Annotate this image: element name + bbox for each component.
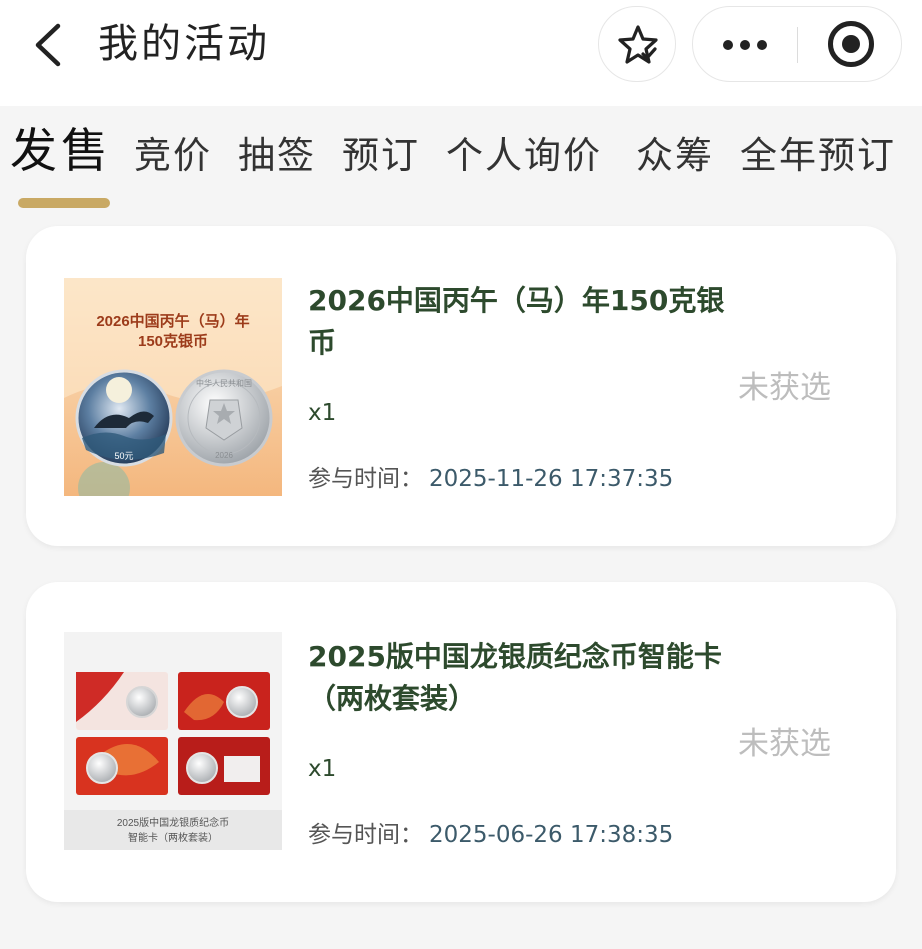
- participation-time-value: 2025-06-26 17:38:35: [429, 822, 674, 848]
- back-button[interactable]: [28, 20, 72, 70]
- participation-time-value: 2025-11-26 17:37:35: [429, 466, 674, 492]
- more-button[interactable]: [693, 7, 797, 81]
- mini-program-capsule: [692, 6, 902, 82]
- coin-value-text: 50元: [114, 451, 133, 461]
- tab-jingjia[interactable]: 竞价: [134, 132, 212, 180]
- more-dots-icon: [723, 40, 733, 50]
- participation-time: 参与时间： 2025-06-26 17:38:35: [308, 820, 673, 850]
- product-quantity: x1: [308, 756, 337, 782]
- image-title-line2: 150克银币: [138, 332, 208, 350]
- tab-personal-inquiry[interactable]: 个人询价: [446, 132, 602, 180]
- activity-record-card[interactable]: 2026中国丙午（马）年 150克银币 50元 中华人民共和国 2026 202…: [26, 226, 896, 546]
- coin-reverse-text: 中华人民共和国: [196, 378, 252, 388]
- product-image: 2025版中国龙银质纪念币 智能卡（两枚套装）: [64, 632, 282, 850]
- product-image: 2026中国丙午（马）年 150克银币 50元 中华人民共和国 2026: [64, 278, 282, 496]
- category-tabs: 发售 竞价 抽签 预订 个人询价 众筹 全年预订: [0, 122, 922, 212]
- product-name: 2025版中国龙银质纪念币智能卡（两枚套装）: [308, 640, 722, 715]
- chevron-left-icon: [35, 23, 61, 67]
- tab-annual-preorder[interactable]: 全年预订: [740, 132, 896, 180]
- star-check-icon: [618, 25, 658, 64]
- favorite-button[interactable]: [598, 6, 676, 82]
- participation-time-label: 参与时间：: [308, 822, 423, 848]
- coin-year-text: 2026: [215, 451, 233, 460]
- tab-yuding[interactable]: 预订: [342, 132, 420, 180]
- nav-header: 我的活动: [0, 0, 922, 106]
- image-title-line1: 2026中国丙午（马）年: [96, 312, 249, 330]
- participation-time: 参与时间： 2025-11-26 17:37:35: [308, 464, 673, 494]
- participation-time-label: 参与时间：: [308, 466, 423, 492]
- page-title: 我的活动: [98, 21, 270, 67]
- product-name: 2026中国丙午（马）年150克银币: [308, 284, 725, 359]
- tab-fashou[interactable]: 发售: [10, 128, 112, 176]
- more-dots-icon: [757, 40, 767, 50]
- product-quantity: x1: [308, 400, 337, 426]
- activity-record-card[interactable]: 2025版中国龙银质纪念币 智能卡（两枚套装） 2025版中国龙银质纪念币智能卡…: [26, 582, 896, 902]
- image-caption-line2: 智能卡（两枚套装）: [128, 831, 218, 844]
- active-tab-indicator: [18, 198, 110, 208]
- tab-crowdfunding[interactable]: 众筹: [636, 132, 714, 180]
- tab-chouqian[interactable]: 抽签: [238, 132, 316, 180]
- status-badge: 未获选: [738, 370, 831, 406]
- image-caption-line1: 2025版中国龙银质纪念币: [117, 816, 229, 829]
- more-dots-icon: [740, 40, 750, 50]
- close-button[interactable]: [798, 7, 902, 81]
- status-badge: 未获选: [738, 726, 831, 762]
